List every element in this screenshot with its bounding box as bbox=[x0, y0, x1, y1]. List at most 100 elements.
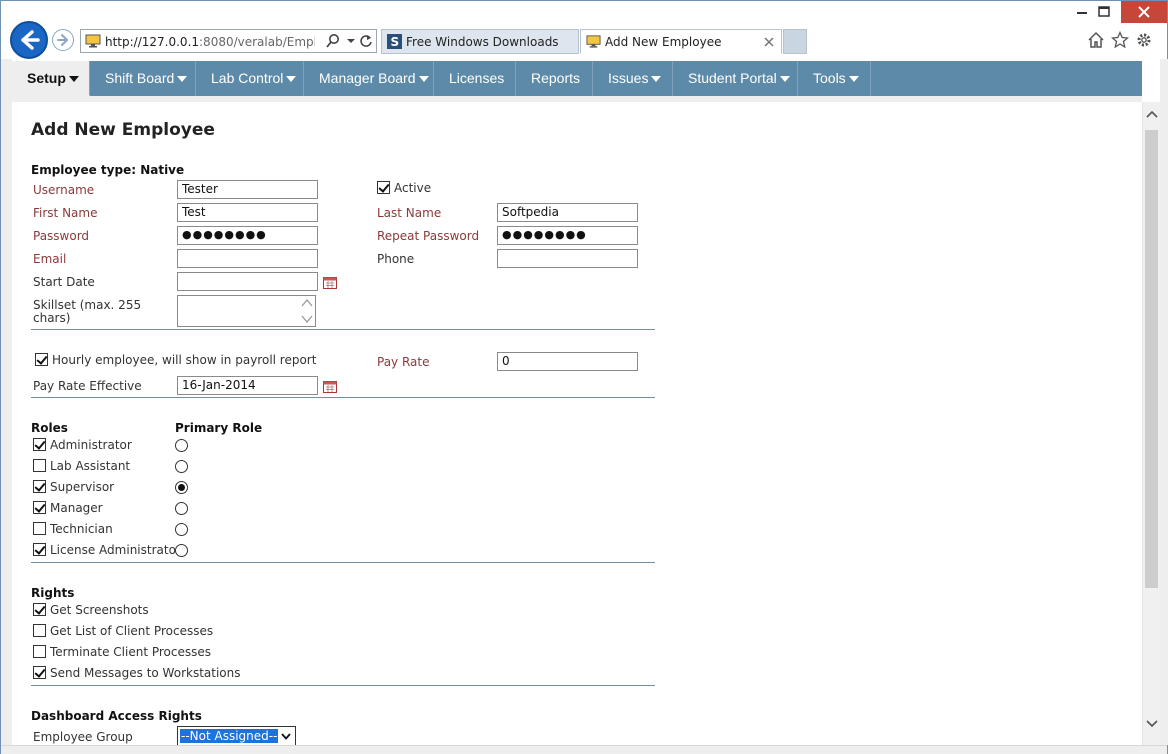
primary-role-license-administrator-radio[interactable] bbox=[175, 544, 188, 557]
nav-shift-board[interactable]: Shift Board bbox=[90, 61, 196, 96]
skillset-label-line2: chars) bbox=[33, 311, 71, 325]
hourly-employee-label: Hourly employee, will show in payroll re… bbox=[52, 353, 317, 367]
address-bar[interactable]: http://127.0.0.1:8080/veralab/EmployeeA bbox=[80, 29, 377, 53]
home-icon[interactable] bbox=[1087, 31, 1105, 49]
start-date-input[interactable] bbox=[177, 272, 318, 291]
calendar-icon[interactable] bbox=[323, 380, 337, 393]
role-administrator-checkbox[interactable] bbox=[33, 438, 46, 451]
main-content: Add New Employee Employee type: Native U… bbox=[12, 102, 1142, 745]
caret-down-icon bbox=[286, 76, 297, 83]
frame-left bbox=[1, 59, 12, 745]
username-input[interactable]: Tester bbox=[177, 180, 318, 199]
last-name-label: Last Name bbox=[377, 206, 442, 220]
svg-text:S: S bbox=[391, 35, 400, 49]
last-name-input[interactable]: Softpedia bbox=[497, 203, 638, 222]
email-input[interactable] bbox=[177, 249, 318, 268]
nav-reports[interactable]: Reports bbox=[516, 61, 593, 96]
pay-rate-input[interactable]: 0 bbox=[497, 352, 638, 371]
role-lab-assistant-checkbox[interactable] bbox=[33, 459, 46, 472]
caret-down-icon bbox=[418, 76, 429, 83]
right-terminate-processes-checkbox[interactable] bbox=[33, 645, 46, 658]
role-label: Manager bbox=[50, 501, 103, 515]
nav-tools[interactable]: Tools bbox=[798, 61, 871, 96]
role-supervisor-checkbox[interactable] bbox=[33, 480, 46, 493]
employee-type-heading: Employee type: Native bbox=[31, 163, 185, 177]
right-get-screenshots-checkbox[interactable] bbox=[33, 603, 46, 616]
calendar-icon[interactable] bbox=[323, 276, 337, 289]
repeat-password-input[interactable]: ●●●●●●●● bbox=[497, 226, 638, 245]
pay-rate-effective-label: Pay Rate Effective bbox=[33, 379, 142, 393]
password-input[interactable]: ●●●●●●●● bbox=[177, 226, 318, 245]
monitor-icon bbox=[85, 34, 101, 48]
pay-rate-effective-input[interactable]: 16-Jan-2014 bbox=[177, 376, 318, 395]
right-label: Terminate Client Processes bbox=[50, 645, 211, 659]
primary-role-administrator-radio[interactable] bbox=[175, 439, 188, 452]
caret-down-icon bbox=[651, 76, 662, 83]
employee-group-selected-value: --Not Assigned-- bbox=[180, 729, 279, 743]
first-name-input[interactable]: Test bbox=[177, 203, 318, 222]
right-get-list-processes-checkbox[interactable] bbox=[33, 624, 46, 637]
page-scrollbar[interactable] bbox=[1142, 102, 1160, 746]
back-button[interactable] bbox=[10, 21, 48, 59]
softpedia-s-icon: S bbox=[387, 34, 402, 49]
address-text: http://127.0.0.1:8080/veralab/EmployeeA bbox=[105, 35, 315, 49]
scroll-down-icon[interactable] bbox=[1145, 716, 1159, 730]
chevron-down-icon[interactable] bbox=[343, 33, 359, 49]
maximize-icon[interactable] bbox=[1087, 1, 1121, 23]
skillset-textarea[interactable] bbox=[177, 295, 316, 327]
role-technician-checkbox[interactable] bbox=[33, 522, 46, 535]
password-label: Password bbox=[33, 229, 90, 243]
right-label: Get List of Client Processes bbox=[50, 624, 214, 638]
nav-manager-board[interactable]: Manager Board bbox=[304, 61, 434, 96]
role-license-administrator-checkbox[interactable] bbox=[33, 543, 46, 556]
favorites-star-icon[interactable] bbox=[1111, 31, 1129, 49]
role-manager-checkbox[interactable] bbox=[33, 501, 46, 514]
primary-role-manager-radio[interactable] bbox=[175, 502, 188, 515]
active-checkbox[interactable] bbox=[377, 181, 390, 194]
employee-group-select[interactable]: --Not Assigned-- bbox=[177, 726, 296, 745]
email-label: Email bbox=[33, 252, 67, 266]
role-label: Lab Assistant bbox=[50, 459, 131, 473]
caret-down-icon bbox=[848, 76, 859, 83]
primary-role-lab-assistant-radio[interactable] bbox=[175, 460, 188, 473]
username-label: Username bbox=[33, 183, 95, 197]
nav-lab-control[interactable]: Lab Control bbox=[196, 61, 304, 96]
dashboard-access-heading: Dashboard Access Rights bbox=[31, 709, 202, 723]
role-label: License Administrator bbox=[50, 543, 181, 557]
nav-issues[interactable]: Issues bbox=[593, 61, 673, 96]
right-send-messages-checkbox[interactable] bbox=[33, 666, 46, 679]
phone-label: Phone bbox=[377, 252, 415, 266]
textarea-scroll-arrows-icon[interactable] bbox=[300, 297, 314, 325]
primary-role-technician-radio[interactable] bbox=[175, 523, 188, 536]
close-window-button[interactable] bbox=[1121, 1, 1167, 23]
nav-licenses[interactable]: Licenses bbox=[434, 61, 516, 96]
forward-button[interactable] bbox=[52, 29, 74, 51]
section-divider bbox=[31, 329, 655, 330]
active-label: Active bbox=[394, 181, 432, 195]
nav-student-portal[interactable]: Student Portal bbox=[673, 61, 798, 96]
right-label: Send Messages to Workstations bbox=[50, 666, 241, 680]
scroll-up-icon[interactable] bbox=[1145, 108, 1159, 122]
hourly-employee-checkbox[interactable] bbox=[35, 353, 48, 366]
gear-icon[interactable] bbox=[1135, 31, 1153, 49]
pay-rate-label: Pay Rate bbox=[377, 355, 430, 369]
primary-role-supervisor-radio[interactable] bbox=[175, 481, 188, 494]
phone-input[interactable] bbox=[497, 249, 638, 268]
close-tab-icon[interactable] bbox=[764, 37, 774, 47]
section-divider bbox=[31, 397, 655, 398]
page-title: Add New Employee bbox=[31, 120, 215, 140]
tab-add-new-employee[interactable]: Add New Employee bbox=[580, 29, 782, 54]
scroll-thumb[interactable] bbox=[1145, 130, 1158, 588]
refresh-icon[interactable] bbox=[358, 33, 374, 49]
tab-free-windows-downloads[interactable]: S Free Windows Downloads bbox=[381, 29, 579, 54]
primary-role-heading: Primary Role bbox=[175, 421, 263, 435]
chevron-down-icon bbox=[281, 733, 291, 740]
tab-label: Add New Employee bbox=[605, 35, 722, 49]
section-divider bbox=[31, 562, 655, 563]
search-icon[interactable] bbox=[325, 33, 341, 49]
new-tab-button[interactable] bbox=[783, 29, 807, 54]
roles-heading: Roles bbox=[31, 421, 68, 435]
section-divider bbox=[31, 685, 655, 686]
right-label: Get Screenshots bbox=[50, 603, 149, 617]
nav-setup[interactable]: Setup bbox=[12, 61, 90, 96]
